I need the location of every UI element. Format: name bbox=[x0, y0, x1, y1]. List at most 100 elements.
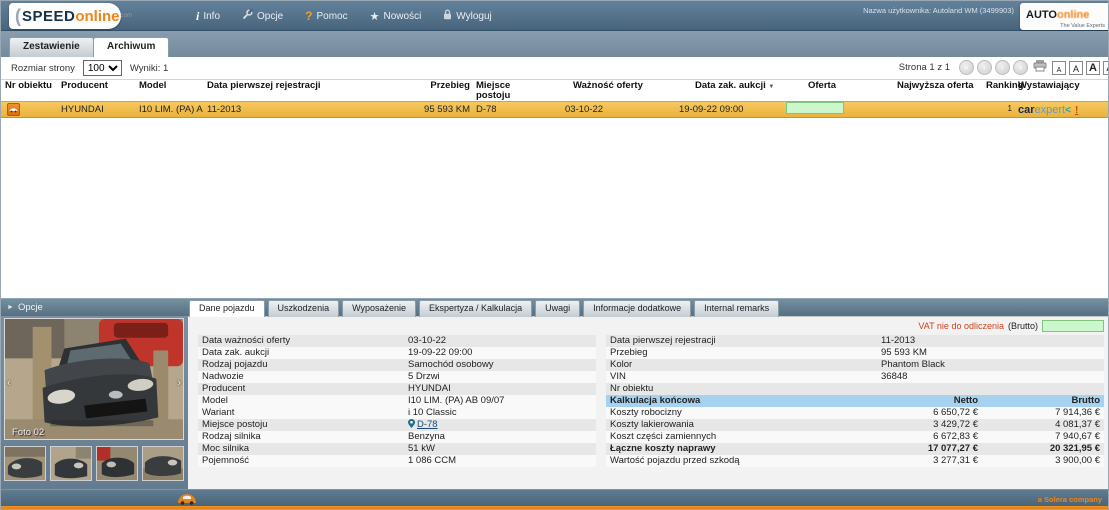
font-size-medium-button[interactable]: A bbox=[1069, 61, 1083, 75]
font-size-large-button[interactable]: A bbox=[1086, 61, 1100, 75]
list-toolbar: Rozmiar strony 100 Wyniki: 1 Strona 1 z … bbox=[1, 57, 1109, 79]
col-header-przebieg[interactable]: Przebieg bbox=[402, 80, 472, 91]
location-link[interactable]: D-78 bbox=[417, 419, 438, 430]
speedonline-window: (SPEEDonlinecom i Info Opcje ? Pomoc ★ N… bbox=[0, 0, 1109, 510]
tab-uszkodzenia[interactable]: Uszkodzenia bbox=[268, 300, 340, 317]
field-row: Nadwozie5 Drzwi VIN36848 bbox=[198, 371, 1104, 383]
calc-row: Rodzaj silnikaBenzyna Koszt części zamie… bbox=[198, 431, 1104, 443]
field-label: Moc silnika bbox=[198, 443, 408, 455]
table-header: Nr obiektu Producent Model Data pierwsze… bbox=[1, 79, 1109, 101]
row-przebieg: 95 593 KM bbox=[402, 104, 472, 115]
star-icon: ★ bbox=[370, 10, 380, 23]
vat-input[interactable] bbox=[1042, 320, 1104, 332]
field-label: Kolor bbox=[606, 359, 881, 371]
field-value: 19-09-22 09:00 bbox=[408, 347, 596, 359]
menu-nowosci-label: Nowości bbox=[384, 11, 422, 22]
logo-swoosh-icon: ( bbox=[15, 6, 21, 27]
next-page-button[interactable]: › bbox=[995, 60, 1010, 75]
menu-item-nowosci[interactable]: ★ Nowości bbox=[370, 10, 422, 23]
menu-wyloguj-label: Wyloguj bbox=[456, 11, 491, 22]
field-label: Nr obiektu bbox=[606, 383, 881, 395]
page-size-select[interactable]: 100 bbox=[83, 60, 122, 76]
tab-informacje-dodatkowe[interactable]: Informacje dodatkowe bbox=[583, 300, 691, 317]
tab-internal-remarks[interactable]: Internal remarks bbox=[694, 300, 779, 317]
col-header-waznosc-oferty[interactable]: Ważność oferty bbox=[537, 80, 667, 91]
calc-netto-value: 6 672,83 € bbox=[885, 431, 978, 443]
menu-item-opcje[interactable]: Opcje bbox=[242, 9, 283, 23]
calc-netto-value: 6 650,72 € bbox=[885, 407, 978, 419]
font-size-extra-button[interactable]: A bbox=[1103, 61, 1109, 75]
col-header-model[interactable]: Model bbox=[135, 80, 203, 91]
col-header-producent[interactable]: Producent bbox=[57, 80, 135, 91]
photo-thumbnail-3[interactable] bbox=[96, 446, 138, 481]
menu-item-wyloguj[interactable]: Wyloguj bbox=[443, 9, 491, 23]
table-row[interactable]: HYUNDAI I10 LIM. (PA) AB... 11-2013 95 5… bbox=[1, 101, 1109, 118]
col-header-wystawiajacy[interactable]: Wystawiający bbox=[1014, 80, 1109, 91]
row-miejsce-postoju: D-78 bbox=[472, 104, 537, 115]
row-producent: HYUNDAI bbox=[57, 104, 135, 115]
options-toggle[interactable]: ► Opcje bbox=[7, 302, 43, 313]
solera-tagline: a Solera company bbox=[1038, 495, 1102, 504]
menu-item-info[interactable]: i Info bbox=[196, 9, 220, 24]
col-header-ranking[interactable]: Ranking bbox=[982, 80, 1014, 91]
menu-item-pomoc[interactable]: ? Pomoc bbox=[305, 9, 347, 23]
photo-prev-arrow[interactable]: ‹ bbox=[7, 377, 11, 389]
col-header-data-zak-aukcji[interactable]: Data zak. aukcji ▼ bbox=[667, 80, 782, 93]
field-row: Data ważności oferty03-10-22 Data pierws… bbox=[198, 335, 1104, 347]
calc-netto-value: 3 429,72 € bbox=[885, 419, 978, 431]
tab-dane-pojazdu[interactable]: Dane pojazdu bbox=[189, 300, 265, 317]
col-header-miejsce-postoju[interactable]: Miejsce postoju bbox=[472, 80, 537, 100]
username-display: Nazwa użytkownika: Autoland WM (3499903) bbox=[863, 6, 1014, 15]
col-header-najwyzsza-oferta[interactable]: Najwyższa oferta bbox=[857, 80, 982, 91]
options-label: Opcje bbox=[18, 302, 43, 313]
photo-thumbnail-1[interactable] bbox=[4, 446, 46, 481]
col-header-data-rejestracji[interactable]: Data pierwszej rejestracji bbox=[203, 80, 402, 91]
oferta-input[interactable] bbox=[786, 102, 844, 114]
field-row: Data zak. aukcji19-09-22 09:00 Przebieg9… bbox=[198, 347, 1104, 359]
warning-icon[interactable]: ! bbox=[1075, 105, 1078, 116]
main-tab-strip: Zestawienie Archiwum bbox=[1, 31, 1109, 57]
field-value: 03-10-22 bbox=[408, 335, 596, 347]
field-label: Rodzaj silnika bbox=[198, 431, 408, 443]
results-count: Wyniki: 1 bbox=[130, 63, 168, 74]
col-header-oferta[interactable]: Oferta bbox=[782, 80, 857, 91]
field-label: Rodzaj pojazdu bbox=[198, 359, 408, 371]
carexpert-logo[interactable]: carexpert< bbox=[1018, 105, 1071, 116]
vehicle-fields: Data ważności oferty03-10-22 Data pierws… bbox=[198, 335, 1104, 467]
logo-speed-text: SPEED bbox=[22, 8, 75, 25]
autoonline-logo[interactable]: AUTOonline The Value Experts bbox=[1020, 3, 1109, 30]
calc-brutto-header: Brutto bbox=[978, 395, 1104, 407]
photo-thumbnail-4[interactable] bbox=[142, 446, 184, 481]
field-value: Phantom Black bbox=[881, 359, 1104, 371]
speedonline-logo[interactable]: (SPEEDonlinecom bbox=[9, 3, 121, 29]
photo-panel: ‹ › Foto 02 bbox=[1, 316, 188, 489]
tab-wyposazenie[interactable]: Wyposażenie bbox=[342, 300, 416, 317]
tab-uwagi[interactable]: Uwagi bbox=[535, 300, 580, 317]
font-size-small-button[interactable]: A bbox=[1052, 61, 1066, 75]
page-indicator: Strona 1 z 1 bbox=[899, 62, 950, 73]
photo-next-arrow[interactable]: › bbox=[177, 377, 181, 389]
field-label: Nadwozie bbox=[198, 371, 408, 383]
row-marker-car-icon[interactable] bbox=[7, 103, 20, 116]
field-value: Samochód osobowy bbox=[408, 359, 596, 371]
tab-zestawienie[interactable]: Zestawienie bbox=[9, 37, 94, 57]
vat-note-brutto: (Brutto) bbox=[1008, 321, 1038, 331]
field-value: HYUNDAI bbox=[408, 383, 596, 395]
carexpert-mark-icon: < bbox=[1065, 105, 1071, 116]
field-value: Benzyna bbox=[408, 431, 596, 443]
prev-page-button[interactable]: ‹ bbox=[977, 60, 992, 75]
last-page-button[interactable]: » bbox=[1013, 60, 1028, 75]
tab-ekspertyza-kalkulacja[interactable]: Ekspertyza / Kalkulacja bbox=[419, 300, 532, 317]
vehicle-main-photo[interactable]: ‹ › Foto 02 bbox=[4, 318, 184, 440]
tab-archiwum[interactable]: Archiwum bbox=[93, 37, 169, 57]
print-icon[interactable] bbox=[1033, 60, 1047, 75]
field-value: 11-2013 bbox=[881, 335, 1104, 347]
calc-brutto-value: 7 940,67 € bbox=[978, 431, 1104, 443]
calc-row: Pojemność1 086 CCM Wartość pojazdu przed… bbox=[198, 455, 1104, 467]
help-icon: ? bbox=[305, 9, 312, 23]
field-value: 1 086 CCM bbox=[408, 455, 596, 467]
photo-thumbnail-2[interactable] bbox=[50, 446, 92, 481]
first-page-button[interactable]: « bbox=[959, 60, 974, 75]
calc-brutto-value: 20 321,95 € bbox=[978, 443, 1104, 455]
col-header-nr-obiektu[interactable]: Nr obiektu bbox=[1, 80, 57, 91]
